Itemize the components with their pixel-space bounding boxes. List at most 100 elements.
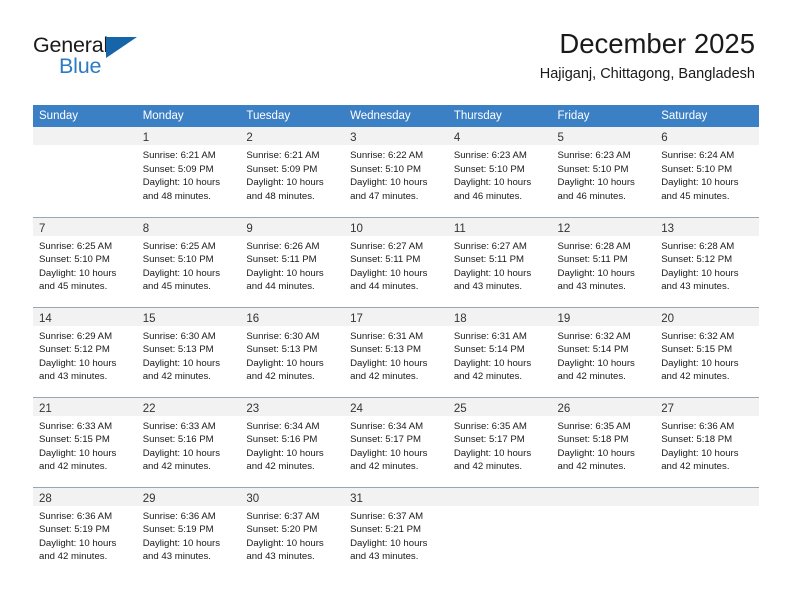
calendar-day-cell[interactable]: 6 Sunrise: 6:24 AM Sunset: 5:10 PM Daylight… (655, 127, 759, 217)
day-detail-line: Daylight: 10 hours (142, 447, 221, 459)
calendar-day-cell[interactable]: 30 Sunrise: 6:37 AM Sunset: 5:20 PM Dayligh… (240, 486, 345, 577)
calendar-day-cell[interactable]: 28 Sunrise: 6:36 AM Sunset: 5:19 PM Dayligh… (33, 486, 137, 577)
calendar-day-cell[interactable]: 17 Sunrise: 6:31 AM Sunset: 5:13 PM Dayligh… (344, 306, 448, 397)
day-detail-line: and 42 minutes. (142, 461, 211, 473)
day-number-bar: 30 (240, 487, 345, 506)
day-detail-line: Daylight: 10 hours (453, 177, 532, 189)
day-detail-line: Daylight: 10 hours (39, 537, 117, 549)
day-detail-line: Sunset: 5:10 PM (557, 163, 629, 175)
generalblue-logo[interactable]: General Blue (33, 33, 213, 85)
day-detail-line: Sunrise: 6:34 AM (246, 420, 320, 432)
day-number: 7 (39, 222, 46, 235)
day-detail-line: and 42 minutes. (350, 371, 419, 383)
day-detail-line: Daylight: 10 hours (350, 537, 428, 549)
calendar-day-cell[interactable]: 2 Sunrise: 6:21 AM Sunset: 5:09 PM Daylight… (240, 127, 345, 217)
day-number: 4 (453, 132, 461, 144)
calendar-day-cell-empty (655, 486, 759, 577)
day-details: Sunrise: 6:27 AM Sunset: 5:11 PM Daylight:… (448, 236, 552, 294)
day-details: Sunrise: 6:35 AM Sunset: 5:18 PM Daylight:… (552, 416, 656, 474)
day-detail-line: Sunset: 5:11 PM (350, 254, 421, 266)
day-detail-line: Sunrise: 6:34 AM (350, 420, 424, 432)
calendar-day-cell[interactable]: 8 Sunrise: 6:25 AM Sunset: 5:10 PM Daylight… (136, 216, 241, 307)
calendar-day-cell[interactable]: 18 Sunrise: 6:31 AM Sunset: 5:14 PM Dayligh… (447, 306, 552, 397)
day-number-bar: 7 (33, 217, 137, 236)
day-detail-line: and 44 minutes. (350, 281, 419, 293)
title-block: December 2025 Hajiganj, Chittagong, Bang… (540, 27, 755, 84)
day-detail-line: Sunrise: 6:32 AM (661, 330, 735, 342)
calendar-day-cell-empty (551, 486, 656, 577)
day-detail-line: and 42 minutes. (39, 551, 108, 563)
calendar-day-cell[interactable]: 14 Sunrise: 6:29 AM Sunset: 5:12 PM Dayligh… (33, 306, 137, 397)
day-number-bar: 6 (655, 127, 759, 145)
day-detail-line: Sunset: 5:16 PM (142, 434, 214, 446)
day-detail-line: Sunrise: 6:27 AM (453, 240, 527, 252)
day-detail-line: and 42 minutes. (142, 371, 211, 383)
calendar-day-cell[interactable]: 23 Sunrise: 6:34 AM Sunset: 5:16 PM Dayligh… (240, 396, 345, 487)
day-number: 19 (557, 312, 571, 325)
day-number-bar (447, 487, 552, 506)
day-detail-line: Sunset: 5:17 PM (350, 434, 422, 446)
day-number-bar: 3 (344, 127, 448, 145)
day-detail-line: and 42 minutes. (350, 461, 419, 473)
calendar-day-cell[interactable]: 10 Sunrise: 6:27 AM Sunset: 5:11 PM Dayligh… (344, 216, 448, 307)
day-number: 14 (39, 312, 52, 325)
day-detail-line: Sunrise: 6:35 AM (453, 420, 527, 432)
calendar-day-cell[interactable]: 4 Sunrise: 6:23 AM Sunset: 5:10 PM Daylight… (447, 127, 552, 217)
day-detail-line: Daylight: 10 hours (661, 267, 739, 279)
calendar-day-cell[interactable]: 24 Sunrise: 6:34 AM Sunset: 5:17 PM Dayligh… (344, 396, 448, 487)
calendar-day-cell[interactable]: 5 Sunrise: 6:23 AM Sunset: 5:10 PM Daylight… (551, 127, 656, 217)
day-details: Sunrise: 6:27 AM Sunset: 5:11 PM Daylight:… (344, 236, 448, 294)
day-details (552, 506, 656, 510)
day-detail-line: Daylight: 10 hours (661, 357, 739, 369)
day-number-bar (33, 127, 137, 145)
calendar-day-cell[interactable]: 12 Sunrise: 6:28 AM Sunset: 5:11 PM Dayligh… (551, 216, 656, 307)
day-details: Sunrise: 6:28 AM Sunset: 5:11 PM Daylight:… (552, 236, 656, 294)
day-detail-line: and 48 minutes. (142, 190, 211, 202)
day-detail-line: Sunrise: 6:32 AM (557, 330, 631, 342)
calendar-day-cell[interactable]: 19 Sunrise: 6:32 AM Sunset: 5:14 PM Dayligh… (551, 306, 656, 397)
day-details: Sunrise: 6:35 AM Sunset: 5:17 PM Daylight:… (448, 416, 552, 474)
day-number-bar: 4 (447, 127, 552, 145)
day-detail-line: Daylight: 10 hours (142, 267, 221, 279)
day-detail-line: Sunrise: 6:31 AM (453, 330, 527, 342)
day-details: Sunrise: 6:29 AM Sunset: 5:12 PM Daylight:… (33, 326, 137, 384)
day-detail-line: and 42 minutes. (453, 461, 523, 473)
calendar-day-cell[interactable]: 26 Sunrise: 6:35 AM Sunset: 5:18 PM Dayligh… (551, 396, 656, 487)
day-detail-line: and 42 minutes. (453, 371, 523, 383)
calendar-day-cell[interactable]: 1 Sunrise: 6:21 AM Sunset: 5:09 PM Daylight… (136, 127, 241, 217)
day-number-bar (655, 487, 759, 506)
day-detail-line: and 43 minutes. (453, 281, 523, 293)
calendar-day-cell[interactable]: 25 Sunrise: 6:35 AM Sunset: 5:17 PM Dayligh… (447, 396, 552, 487)
calendar-day-cell[interactable]: 9 Sunrise: 6:26 AM Sunset: 5:11 PM Daylight… (240, 216, 345, 307)
day-detail-line: Daylight: 10 hours (246, 537, 324, 549)
calendar-day-cell[interactable]: 11 Sunrise: 6:27 AM Sunset: 5:11 PM Dayligh… (447, 216, 552, 307)
calendar-day-cell[interactable]: 31 Sunrise: 6:37 AM Sunset: 5:21 PM Dayligh… (344, 486, 448, 577)
calendar-day-cell[interactable]: 15 Sunrise: 6:30 AM Sunset: 5:13 PM Dayligh… (136, 306, 241, 397)
calendar-day-cell[interactable]: 29 Sunrise: 6:36 AM Sunset: 5:19 PM Dayligh… (136, 486, 241, 577)
day-detail-line: Sunset: 5:11 PM (557, 254, 628, 266)
day-detail-line: Daylight: 10 hours (142, 537, 221, 549)
day-detail-line: Sunset: 5:15 PM (661, 344, 733, 356)
day-number: 22 (142, 402, 156, 415)
day-number: 27 (661, 402, 675, 415)
day-details: Sunrise: 6:26 AM Sunset: 5:11 PM Daylight:… (240, 236, 344, 294)
calendar-day-cell[interactable]: 20 Sunrise: 6:32 AM Sunset: 5:15 PM Dayligh… (655, 306, 759, 397)
calendar-day-cell[interactable]: 27 Sunrise: 6:36 AM Sunset: 5:18 PM Dayligh… (655, 396, 759, 487)
calendar-day-cell[interactable]: 16 Sunrise: 6:30 AM Sunset: 5:13 PM Dayligh… (240, 306, 345, 397)
day-detail-line: Sunset: 5:10 PM (350, 163, 422, 175)
weekday-header-sunday: Sunday (33, 105, 137, 127)
calendar-day-cell[interactable]: 22 Sunrise: 6:33 AM Sunset: 5:16 PM Dayligh… (136, 396, 241, 487)
calendar-day-cell[interactable]: 13 Sunrise: 6:28 AM Sunset: 5:12 PM Dayligh… (655, 216, 759, 307)
day-number-bar: 17 (344, 307, 448, 326)
calendar-day-cell[interactable]: 3 Sunrise: 6:22 AM Sunset: 5:10 PM Daylight… (344, 127, 448, 217)
day-detail-line: Sunset: 5:13 PM (350, 344, 422, 356)
day-detail-line: and 42 minutes. (246, 371, 315, 383)
day-detail-line: and 42 minutes. (661, 371, 730, 383)
day-number-bar: 26 (551, 397, 656, 416)
day-number-bar: 31 (344, 487, 448, 506)
calendar-day-cell[interactable]: 7 Sunrise: 6:25 AM Sunset: 5:10 PM Daylight… (33, 216, 137, 307)
day-details (448, 506, 552, 510)
day-detail-line: Daylight: 10 hours (246, 267, 324, 279)
calendar-day-cell[interactable]: 21 Sunrise: 6:33 AM Sunset: 5:15 PM Dayligh… (33, 396, 137, 487)
day-details: Sunrise: 6:34 AM Sunset: 5:17 PM Daylight:… (344, 416, 448, 474)
